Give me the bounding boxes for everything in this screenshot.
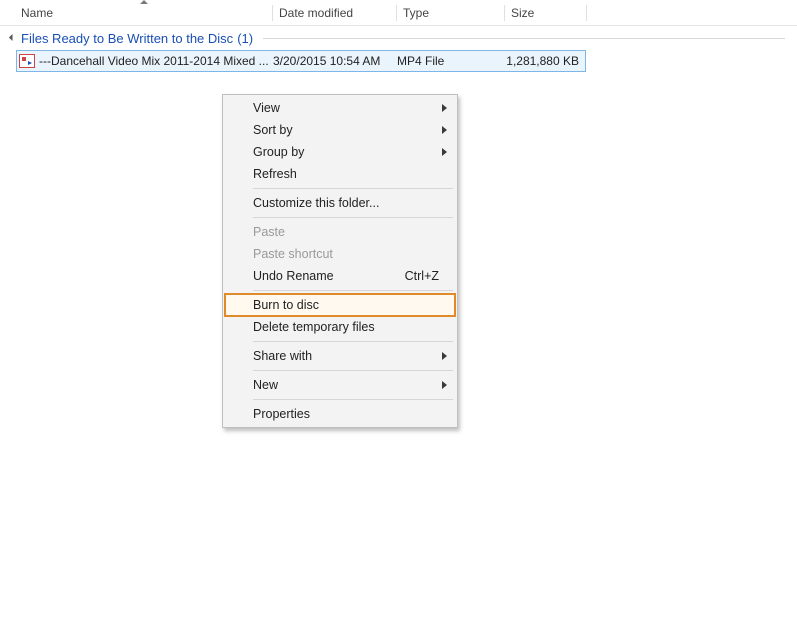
menu-delete-temp-label: Delete temporary files [253,320,375,334]
menu-paste-shortcut-label: Paste shortcut [253,247,333,261]
menu-sort-by[interactable]: Sort by [225,119,455,141]
column-headers: Name Date modified Type Size [0,0,797,26]
menu-burn-label: Burn to disc [253,298,319,312]
menu-new-label: New [253,378,278,392]
video-file-icon [19,54,35,68]
menu-customize-label: Customize this folder... [253,196,379,210]
menu-separator [253,370,453,371]
menu-separator [253,341,453,342]
column-size[interactable]: Size [505,2,587,24]
menu-sort-by-label: Sort by [253,123,293,137]
group-rule [263,38,785,39]
menu-paste-label: Paste [253,225,285,239]
collapse-icon [9,33,16,40]
menu-properties-label: Properties [253,407,310,421]
group-title: Files Ready to Be Written to the Disc [21,31,233,46]
menu-refresh-label: Refresh [253,167,297,181]
context-menu: View Sort by Group by Refresh Customize … [222,94,458,428]
column-divider[interactable] [586,5,587,21]
menu-burn-to-disc[interactable]: Burn to disc [225,294,455,316]
submenu-arrow-icon [442,352,447,360]
submenu-arrow-icon [442,148,447,156]
menu-separator [253,290,453,291]
menu-group-by[interactable]: Group by [225,141,455,163]
menu-refresh[interactable]: Refresh [225,163,455,185]
menu-paste-shortcut: Paste shortcut [225,243,455,265]
submenu-arrow-icon [442,126,447,134]
menu-share-with-label: Share with [253,349,312,363]
menu-new[interactable]: New [225,374,455,396]
column-type-label: Type [403,6,429,20]
column-size-label: Size [511,6,534,20]
column-type[interactable]: Type [397,2,505,24]
group-header[interactable]: Files Ready to Be Written to the Disc (1… [0,26,785,50]
menu-separator [253,217,453,218]
menu-undo-rename[interactable]: Undo Rename Ctrl+Z [225,265,455,287]
file-date: 3/20/2015 10:54 AM [273,54,397,68]
menu-group-by-label: Group by [253,145,304,159]
submenu-arrow-icon [442,381,447,389]
menu-undo-shortcut: Ctrl+Z [405,269,439,283]
menu-separator [253,399,453,400]
submenu-arrow-icon [442,104,447,112]
file-name: ---Dancehall Video Mix 2011-2014 Mixed .… [37,54,273,68]
menu-view[interactable]: View [225,97,455,119]
column-date-label: Date modified [279,6,353,20]
column-name[interactable]: Name [15,2,273,24]
file-type: MP4 File [397,54,505,68]
column-name-label: Name [21,6,53,20]
file-row[interactable]: ---Dancehall Video Mix 2011-2014 Mixed .… [16,50,586,72]
sort-ascending-icon [140,0,148,4]
file-icon-cell [17,54,37,68]
menu-separator [253,188,453,189]
menu-share-with[interactable]: Share with [225,345,455,367]
menu-view-label: View [253,101,280,115]
menu-delete-temp[interactable]: Delete temporary files [225,316,455,338]
menu-undo-rename-label: Undo Rename [253,269,334,283]
group-count: (1) [237,31,253,46]
column-date-modified[interactable]: Date modified [273,2,397,24]
menu-properties[interactable]: Properties [225,403,455,425]
menu-customize-folder[interactable]: Customize this folder... [225,192,455,214]
menu-paste: Paste [225,221,455,243]
file-size: 1,281,880 KB [505,54,585,68]
